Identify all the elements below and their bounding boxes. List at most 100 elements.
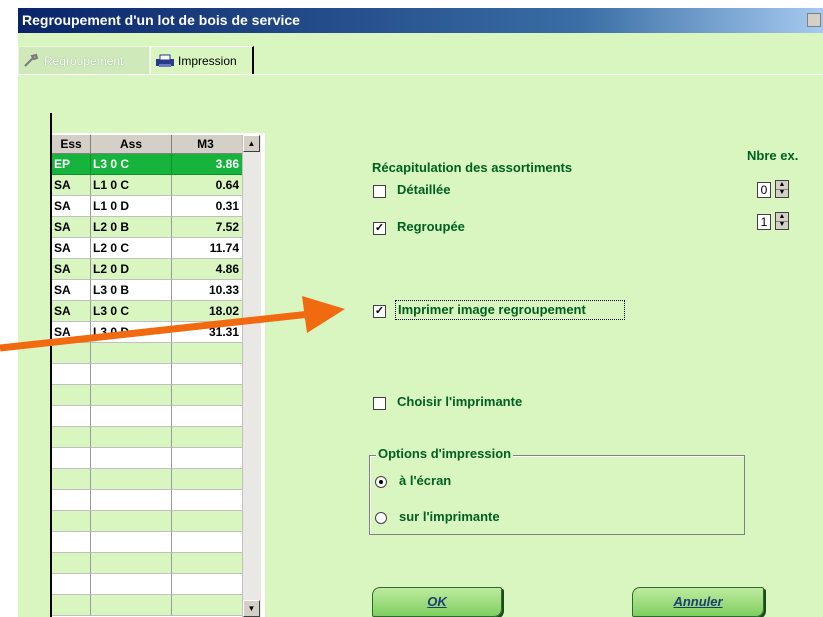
table-cell[interactable]: SA	[52, 259, 91, 280]
table-cell[interactable]	[52, 574, 91, 595]
table-cell[interactable]	[52, 595, 91, 616]
cancel-button[interactable]: Annuler	[632, 587, 764, 617]
table-row[interactable]	[52, 385, 244, 406]
table-cell[interactable]	[52, 511, 91, 532]
table-row[interactable]	[52, 469, 244, 490]
table-cell[interactable]: SA	[52, 217, 91, 238]
table-cell[interactable]	[52, 364, 91, 385]
table-cell[interactable]	[172, 343, 244, 364]
table-cell[interactable]	[52, 427, 91, 448]
table-cell[interactable]: SA	[52, 175, 91, 196]
tab-regroupement[interactable]: Regroupement	[18, 46, 150, 74]
scroll-down-button[interactable]: ▼	[243, 600, 260, 617]
table-row[interactable]: SA L2 0 B 7.52	[52, 217, 244, 238]
choose-printer-checkbox[interactable]	[373, 397, 386, 410]
table-cell[interactable]	[52, 469, 91, 490]
table-cell[interactable]: SA	[52, 322, 91, 343]
table-cell[interactable]	[52, 385, 91, 406]
table-cell[interactable]	[91, 532, 172, 553]
table-cell[interactable]: 18.02	[172, 301, 244, 322]
table-row[interactable]	[52, 406, 244, 427]
table-row[interactable]: SA L1 0 D 0.31	[52, 196, 244, 217]
table-cell[interactable]: L1 0 C	[91, 175, 172, 196]
table-row[interactable]: SA L2 0 C 11.74	[52, 238, 244, 259]
table-row[interactable]	[52, 511, 244, 532]
table-row[interactable]	[52, 595, 244, 616]
table-cell[interactable]	[172, 595, 244, 616]
detaillee-copies-value[interactable]: 0	[757, 182, 771, 198]
table-cell[interactable]	[52, 532, 91, 553]
regroupee-copies-value[interactable]: 1	[757, 214, 771, 230]
table-row[interactable]	[52, 343, 244, 364]
table-cell[interactable]	[172, 532, 244, 553]
table-cell[interactable]	[91, 385, 172, 406]
table-row[interactable]	[52, 364, 244, 385]
scroll-up-button[interactable]: ▲	[243, 135, 260, 152]
print-image-checkbox[interactable]: ✓	[373, 305, 386, 318]
table-cell[interactable]	[91, 427, 172, 448]
table-cell[interactable]	[91, 553, 172, 574]
table-row[interactable]: SA L3 0 B 10.33	[52, 280, 244, 301]
table-row[interactable]: SA L1 0 C 0.64	[52, 175, 244, 196]
table-row[interactable]: SA L2 0 D 4.86	[52, 259, 244, 280]
table-cell[interactable]	[172, 448, 244, 469]
table-row[interactable]	[52, 427, 244, 448]
column-header-ess[interactable]: Ess	[52, 135, 91, 154]
table-cell[interactable]: 0.31	[172, 196, 244, 217]
radio-ecran[interactable]	[375, 476, 387, 488]
table-cell[interactable]: L2 0 C	[91, 238, 172, 259]
table-cell[interactable]: L2 0 B	[91, 217, 172, 238]
table-cell[interactable]: L1 0 D	[91, 196, 172, 217]
table-row[interactable]	[52, 574, 244, 595]
detaillee-copies-stepper[interactable]: ▲ ▼	[775, 180, 789, 198]
table-row[interactable]	[52, 532, 244, 553]
table-cell[interactable]	[52, 343, 91, 364]
table-cell[interactable]	[91, 511, 172, 532]
table-cell[interactable]	[52, 490, 91, 511]
detaillee-checkbox[interactable]	[373, 185, 386, 198]
table-cell[interactable]	[52, 406, 91, 427]
stepper-down-icon[interactable]: ▼	[776, 189, 788, 197]
table-cell[interactable]: L3 0 C	[91, 154, 172, 175]
table-cell[interactable]: 7.52	[172, 217, 244, 238]
table-cell[interactable]	[172, 406, 244, 427]
table-cell[interactable]	[172, 364, 244, 385]
table-cell[interactable]: 4.86	[172, 259, 244, 280]
table-cell[interactable]	[172, 553, 244, 574]
grid-scrollbar[interactable]: ▲ ▼	[242, 135, 261, 617]
table-cell[interactable]: EP	[52, 154, 91, 175]
table-cell[interactable]: 31.31	[172, 322, 244, 343]
table-cell[interactable]	[91, 343, 172, 364]
table-row[interactable]	[52, 448, 244, 469]
column-header-m3[interactable]: M3	[172, 135, 244, 154]
table-cell[interactable]	[91, 448, 172, 469]
table-cell[interactable]: 3.86	[172, 154, 244, 175]
table-cell[interactable]: L3 0 B	[91, 280, 172, 301]
table-cell[interactable]: SA	[52, 196, 91, 217]
table-cell[interactable]	[172, 427, 244, 448]
regroupee-checkbox[interactable]: ✓	[373, 222, 386, 235]
table-cell[interactable]: 11.74	[172, 238, 244, 259]
radio-imprimante[interactable]	[375, 512, 387, 524]
table-cell[interactable]: SA	[52, 238, 91, 259]
table-cell[interactable]: L3 0 D	[91, 322, 172, 343]
column-header-ass[interactable]: Ass	[91, 135, 172, 154]
stepper-down-icon[interactable]: ▼	[776, 221, 788, 229]
ok-button[interactable]: OK	[372, 587, 502, 617]
table-cell[interactable]: L2 0 D	[91, 259, 172, 280]
table-cell[interactable]: SA	[52, 301, 91, 322]
table-cell[interactable]	[172, 469, 244, 490]
table-cell[interactable]	[91, 469, 172, 490]
table-cell[interactable]	[52, 448, 91, 469]
table-cell[interactable]	[91, 364, 172, 385]
table-cell[interactable]	[172, 511, 244, 532]
table-row[interactable]: SA L3 0 C 18.02	[52, 301, 244, 322]
table-row[interactable]	[52, 553, 244, 574]
table-cell[interactable]	[52, 553, 91, 574]
assortment-grid[interactable]: Ess Ass M3 EP L3 0 C 3.86 SA L1 0 C 0.64 SA L1 …	[50, 113, 265, 617]
table-cell[interactable]	[91, 406, 172, 427]
table-cell[interactable]: 10.33	[172, 280, 244, 301]
tab-impression[interactable]: Impression	[150, 46, 254, 74]
table-cell[interactable]: 0.64	[172, 175, 244, 196]
regroupee-copies-stepper[interactable]: ▲ ▼	[775, 212, 789, 230]
